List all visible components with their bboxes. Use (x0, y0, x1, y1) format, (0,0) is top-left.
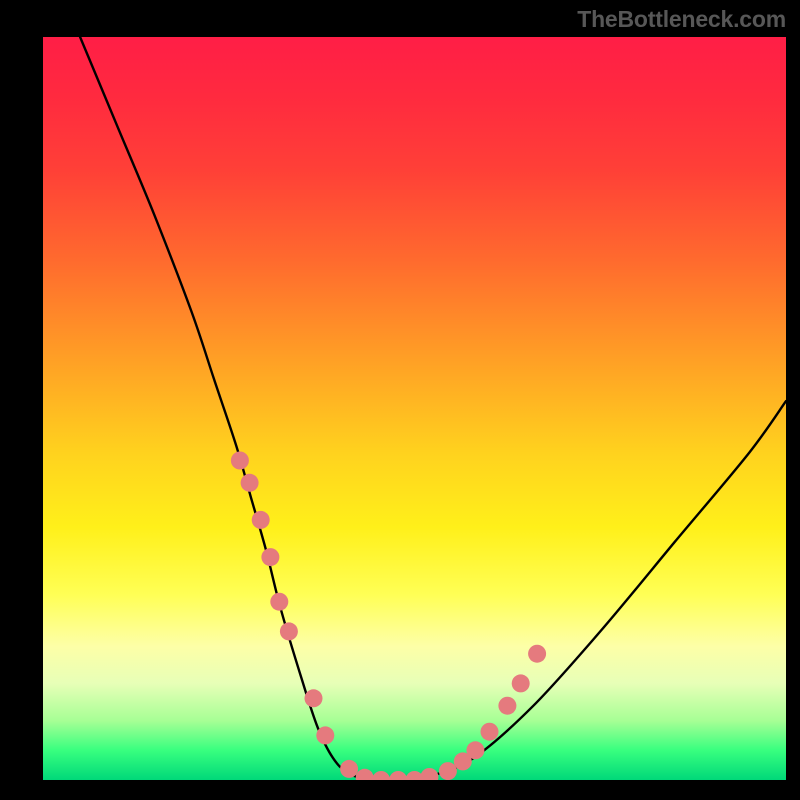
sample-marker (270, 593, 288, 611)
sample-marker (261, 548, 279, 566)
sample-marker (280, 622, 298, 640)
sample-marker (372, 771, 390, 780)
bottleneck-chart-svg (43, 37, 786, 780)
sample-marker (389, 771, 407, 780)
sample-marker (231, 452, 249, 470)
sample-marker (316, 726, 334, 744)
sample-marker (466, 741, 484, 759)
watermark-text: TheBottleneck.com (577, 6, 786, 33)
sample-marker (420, 768, 438, 780)
sample-marker (241, 474, 259, 492)
plot-area (43, 37, 786, 780)
sample-marker (481, 723, 499, 741)
sample-marker (252, 511, 270, 529)
bottleneck-curve (80, 37, 786, 780)
sample-markers (231, 452, 546, 781)
sample-marker (439, 762, 457, 780)
sample-marker (356, 769, 374, 780)
sample-marker (340, 760, 358, 778)
sample-marker (528, 645, 546, 663)
chart-frame: TheBottleneck.com (0, 0, 800, 800)
sample-marker (498, 697, 516, 715)
sample-marker (305, 689, 323, 707)
sample-marker (512, 674, 530, 692)
